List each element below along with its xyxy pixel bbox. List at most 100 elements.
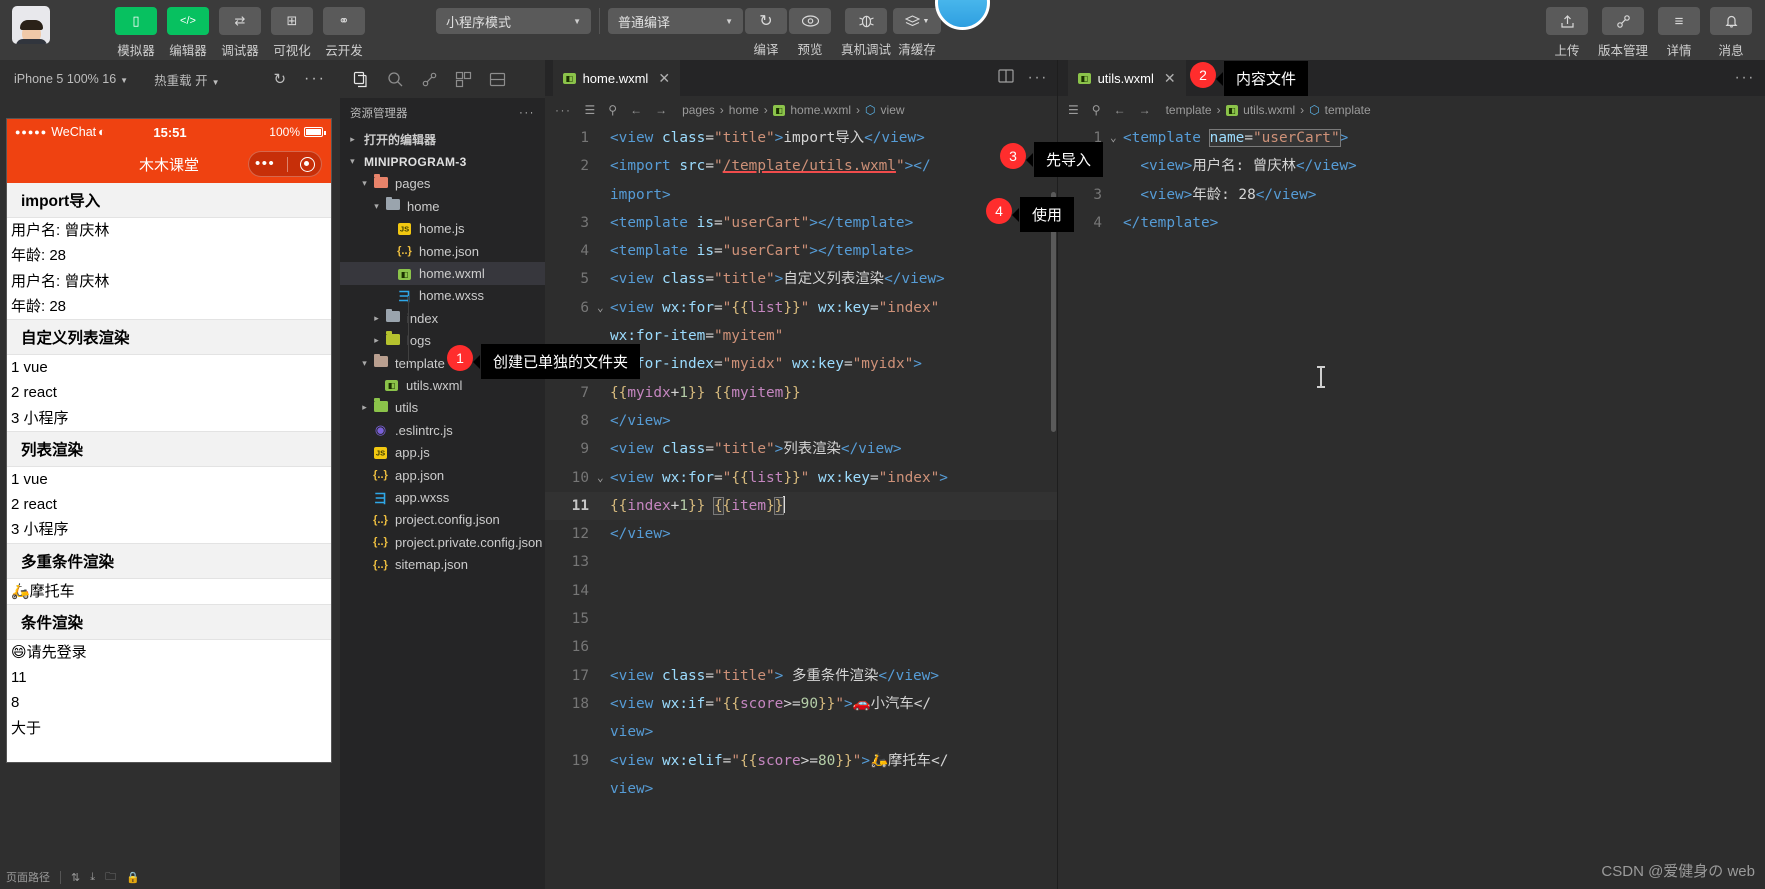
- editor-right-code[interactable]: 1⌄<template name="userCart">2 <view>用户名:…: [1058, 124, 1765, 237]
- breadcrumb-item[interactable]: pages: [682, 103, 715, 117]
- fold-arrow-icon[interactable]: [597, 690, 610, 718]
- tab-home-wxml[interactable]: ◧ home.wxml ✕: [553, 60, 681, 96]
- code-line[interactable]: 17 <view class="title"> 多重条件渲染</view>: [545, 662, 1058, 690]
- wechat-capsule[interactable]: •••: [248, 151, 322, 177]
- tree-item-project-root[interactable]: ▾ MINIPROGRAM-3: [340, 150, 545, 172]
- tree-item-sitemap-json[interactable]: {..} sitemap.json: [340, 553, 545, 575]
- tree-item-app-wxss[interactable]: 彐 app.wxss: [340, 486, 545, 508]
- folder-icon[interactable]: 🗀: [105, 868, 116, 887]
- mode-select[interactable]: 小程序模式 ▼: [436, 8, 591, 34]
- details-button[interactable]: ≡ 详情: [1655, 0, 1703, 59]
- hot-reload-select[interactable]: 热重载 开 ▼: [154, 70, 219, 89]
- more-icon[interactable]: ···: [555, 103, 572, 117]
- breadcrumb-item[interactable]: view: [881, 103, 905, 117]
- tree-item-home-wxss[interactable]: 彐 home.wxss: [340, 285, 545, 307]
- code-line[interactable]: 3 <view>年龄: 28</view>: [1058, 181, 1765, 209]
- messages-button[interactable]: 消息: [1707, 0, 1755, 59]
- code-line[interactable]: 2 <import src="/template/utils.wxml"></: [545, 152, 1058, 180]
- toolbar-button-cloud[interactable]: ⚭ 云开发: [320, 0, 368, 59]
- code-line[interactable]: 1 ⌄ <template name="userCart">: [1058, 124, 1765, 152]
- code-line[interactable]: 13: [545, 548, 1058, 576]
- fold-arrow-icon[interactable]: [597, 520, 610, 548]
- fold-arrow-icon[interactable]: [597, 181, 610, 209]
- tree-item-pages[interactable]: ▾ pages: [340, 173, 545, 195]
- fold-arrow-icon[interactable]: [597, 379, 610, 407]
- upload-button[interactable]: 上传: [1543, 0, 1591, 59]
- fold-arrow-icon[interactable]: ⌄: [597, 294, 610, 322]
- forward-arrow-icon[interactable]: →: [1139, 103, 1151, 117]
- fold-arrow-icon[interactable]: [597, 124, 610, 152]
- fold-arrow-icon[interactable]: [597, 209, 610, 237]
- fold-arrow-icon[interactable]: [1110, 181, 1123, 209]
- fold-arrow-icon[interactable]: [597, 152, 610, 180]
- extensions-icon[interactable]: [446, 60, 480, 98]
- code-line[interactable]: 9 <view class="title">列表渲染</view>: [545, 435, 1058, 463]
- lock-icon[interactable]: 🔒: [126, 871, 140, 884]
- split-icon[interactable]: [480, 60, 514, 98]
- breadcrumb-item[interactable]: home.wxml: [790, 103, 851, 117]
- code-line[interactable]: 12 </view>: [545, 520, 1058, 548]
- breadcrumb-item[interactable]: utils.wxml: [1243, 103, 1295, 117]
- close-icon[interactable]: ✕: [658, 70, 670, 87]
- back-arrow-icon[interactable]: ←: [1114, 103, 1126, 117]
- preview-button[interactable]: [789, 8, 831, 34]
- simulator-more-icon[interactable]: ···: [304, 70, 326, 88]
- device-select[interactable]: iPhone 5 100% 16 ▼: [14, 72, 128, 86]
- bookmark-icon[interactable]: ⚲: [1092, 103, 1101, 117]
- more-icon[interactable]: ···: [1028, 69, 1048, 87]
- fold-arrow-icon[interactable]: [597, 577, 610, 605]
- tree-item-app-js[interactable]: JS app.js: [340, 441, 545, 463]
- fold-arrow-icon[interactable]: [597, 548, 610, 576]
- fold-arrow-icon[interactable]: [597, 237, 610, 265]
- fold-arrow-icon[interactable]: [597, 492, 610, 520]
- code-line[interactable]: 10 ⌄ <view wx:for="{{list}}" wx:key="index…: [545, 464, 1058, 492]
- code-line[interactable]: 14: [545, 577, 1058, 605]
- code-line[interactable]: 4 </template>: [1058, 209, 1765, 237]
- code-line[interactable]: 5 <view class="title">自定义列表渲染</view>: [545, 265, 1058, 293]
- fold-arrow-icon[interactable]: [597, 407, 610, 435]
- breadcrumb-item[interactable]: template: [1325, 103, 1371, 117]
- bookmark-icon[interactable]: ⚲: [608, 103, 617, 117]
- fold-arrow-icon[interactable]: [597, 605, 610, 633]
- fold-arrow-icon[interactable]: [597, 718, 610, 746]
- search-icon[interactable]: [378, 60, 412, 98]
- toolbar-button-visual[interactable]: ⊞ 可视化: [268, 0, 316, 59]
- user-avatar[interactable]: [12, 6, 50, 44]
- fold-arrow-icon[interactable]: [597, 662, 610, 690]
- fold-arrow-icon[interactable]: ⌄: [1110, 124, 1123, 152]
- real-device-debug-button[interactable]: [845, 8, 887, 34]
- breadcrumb-item[interactable]: template: [1166, 103, 1212, 117]
- code-line[interactable]: 15: [545, 605, 1058, 633]
- compile-select[interactable]: 普通编译 ▼: [608, 8, 743, 34]
- code-line[interactable]: view>: [545, 718, 1058, 746]
- code-line[interactable]: 7 {{myidx+1}} {{myitem}}: [545, 379, 1058, 407]
- tab-utils-wxml[interactable]: ◧ utils.wxml ✕: [1068, 60, 1186, 96]
- tree-item-home-json[interactable]: {..} home.json: [340, 240, 545, 262]
- toolbar-button-debugger[interactable]: ⇄ 调试器: [216, 0, 264, 59]
- tree-item-index[interactable]: ▸ index: [340, 307, 545, 329]
- fold-arrow-icon[interactable]: [597, 265, 610, 293]
- code-line[interactable]: 11 {{index+1}} {{item}}: [545, 491, 1058, 521]
- tree-item-open-editors[interactable]: ▸ 打开的编辑器: [340, 128, 545, 150]
- code-line[interactable]: view>: [545, 775, 1058, 803]
- tree-item-project-config[interactable]: {..} project.config.json: [340, 509, 545, 531]
- split-editor-icon[interactable]: [997, 68, 1014, 88]
- fold-arrow-icon[interactable]: [597, 747, 610, 775]
- source-control-icon[interactable]: [412, 60, 446, 98]
- code-line[interactable]: 2 <view>用户名: 曾庆林</view>: [1058, 152, 1765, 180]
- fold-arrow-icon[interactable]: [597, 775, 610, 803]
- simulator-refresh-icon[interactable]: ↻: [273, 70, 286, 88]
- code-line[interactable]: 4 <template is="userCart"></template>: [545, 237, 1058, 265]
- tree-item-app-json[interactable]: {..} app.json: [340, 464, 545, 486]
- compile-button[interactable]: ↻: [745, 8, 787, 34]
- back-arrow-icon[interactable]: ←: [630, 103, 642, 117]
- tree-item-utils[interactable]: ▸ utils: [340, 397, 545, 419]
- code-line[interactable]: 18 <view wx:if="{{score>=90}}">🚗小汽车</: [545, 690, 1058, 718]
- breadcrumb-item[interactable]: home: [729, 103, 759, 117]
- code-line[interactable]: 1 <view class="title">import导入</view>: [545, 124, 1058, 152]
- tree-item-eslintrc[interactable]: ◉ .eslintrc.js: [340, 419, 545, 441]
- more-icon[interactable]: ···: [1735, 69, 1755, 87]
- download-icon[interactable]: ⤓: [90, 871, 95, 884]
- fold-arrow-icon[interactable]: [1110, 209, 1123, 237]
- code-line[interactable]: 19 <view wx:elif="{{score>=80}}">🛵摩托车</: [545, 747, 1058, 775]
